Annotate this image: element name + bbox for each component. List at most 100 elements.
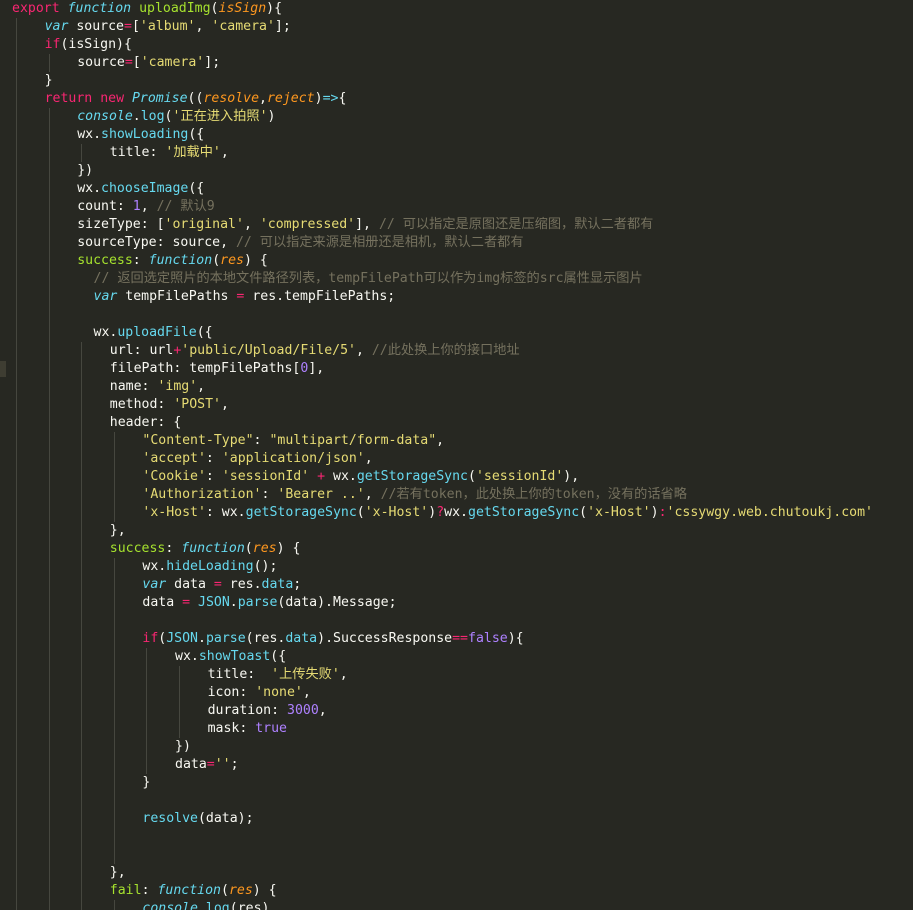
code-line[interactable]: count: 1, // 默认9: [12, 198, 873, 216]
code-line[interactable]: success: function(res) {: [12, 252, 873, 270]
code-line[interactable]: wx.showLoading({: [12, 126, 873, 144]
code-line[interactable]: mask: true: [12, 720, 873, 738]
code-line[interactable]: name: 'img',: [12, 378, 873, 396]
code-token: //若有token，此处换上你的token，没有的话省略: [380, 487, 687, 502]
code-line[interactable]: export function uploadImg(isSign){: [12, 0, 873, 18]
code-token: '': [214, 757, 231, 772]
code-line[interactable]: success: function(res) {: [12, 540, 873, 558]
indent-guide: [81, 810, 83, 828]
indent-guide: [81, 504, 83, 522]
code-line[interactable]: sizeType: ['original', 'compressed'], //…: [12, 216, 873, 234]
code-token: :: [205, 451, 222, 466]
indent-guide: [81, 576, 83, 594]
code-line[interactable]: "Content-Type": "multipart/form-data",: [12, 432, 873, 450]
code-line-content: 'accept': 'application/json',: [142, 451, 372, 466]
code-line[interactable]: [12, 612, 873, 630]
code-line[interactable]: sourceType: source, // 可以指定来源是相册还是相机，默认二…: [12, 234, 873, 252]
indent-guide: [16, 270, 17, 288]
code-line[interactable]: source=['camera'];: [12, 54, 873, 72]
code-token: wx.: [444, 505, 468, 520]
code-line[interactable]: 'x-Host': wx.getStorageSync('x-Host')?wx…: [12, 504, 873, 522]
indent-guide: [81, 378, 83, 396]
indent-guide: [48, 288, 50, 306]
code-editor[interactable]: export function uploadImg(isSign){var so…: [0, 0, 913, 910]
code-token: =>: [322, 91, 339, 106]
indent-guide: [81, 720, 83, 738]
code-line[interactable]: icon: 'none',: [12, 684, 873, 702]
code-line[interactable]: wx.chooseImage({: [12, 180, 873, 198]
code-token: if: [142, 631, 159, 646]
code-line[interactable]: filePath: tempFilePaths[0],: [12, 360, 873, 378]
code-token: method:: [109, 397, 174, 412]
code-line[interactable]: }: [12, 72, 873, 90]
indent-guide: [16, 504, 17, 522]
code-line-content: wx.showToast({: [175, 649, 286, 664]
indent-guide: [113, 702, 115, 720]
indent-guide: [48, 252, 50, 270]
code-line[interactable]: }: [12, 774, 873, 792]
code-line[interactable]: data = JSON.parse(data).Message;: [12, 594, 873, 612]
code-area[interactable]: export function uploadImg(isSign){var so…: [12, 0, 873, 910]
code-line[interactable]: title: '加载中',: [12, 144, 873, 162]
indent-guide: [16, 342, 17, 360]
code-line[interactable]: resolve(data);: [12, 810, 873, 828]
code-line-content: data = JSON.parse(data).Message;: [142, 595, 396, 610]
code-line[interactable]: wx.uploadFile({: [12, 324, 873, 342]
code-token: isSign: [218, 1, 267, 16]
code-token: ).SuccessResponse: [317, 631, 453, 646]
code-line[interactable]: header: {: [12, 414, 873, 432]
code-line[interactable]: var tempFilePaths = res.tempFilePaths;: [12, 288, 873, 306]
code-line[interactable]: console.log('正在进入拍照'): [12, 108, 873, 126]
code-token: 'Bearer ..': [277, 487, 365, 502]
code-line[interactable]: url: url+'public/Upload/File/5', //此处换上你…: [12, 342, 873, 360]
code-line[interactable]: if(JSON.parse(res.data).SuccessResponse=…: [12, 630, 873, 648]
indent-guide: [48, 756, 50, 774]
code-line[interactable]: // 返回选定照片的本地文件路径列表，tempFilePath可以作为img标签…: [12, 270, 873, 288]
code-line[interactable]: [12, 306, 873, 324]
code-line[interactable]: return new Promise((resolve,reject)=>{: [12, 90, 873, 108]
code-line[interactable]: console.log(res): [12, 900, 873, 910]
code-line-content: resolve(data);: [142, 811, 253, 826]
code-token: .: [132, 109, 141, 124]
code-line[interactable]: 'accept': 'application/json',: [12, 450, 873, 468]
indent-guide: [16, 378, 17, 396]
code-line[interactable]: wx.hideLoading();: [12, 558, 873, 576]
code-token: ,: [220, 397, 229, 412]
code-line[interactable]: fail: function(res) {: [12, 882, 873, 900]
code-line[interactable]: if(isSign){: [12, 36, 873, 54]
code-line[interactable]: [12, 828, 873, 846]
code-line[interactable]: [12, 792, 873, 810]
code-token: +: [317, 469, 326, 484]
code-line-content: filePath: tempFilePaths[0],: [110, 361, 324, 376]
code-token: false: [468, 631, 508, 646]
code-token: // 返回选定照片的本地文件路径列表，tempFilePath可以作为img标签…: [93, 271, 643, 286]
code-line[interactable]: var source=['album', 'camera'];: [12, 18, 873, 36]
code-line[interactable]: method: 'POST',: [12, 396, 873, 414]
code-line-content: 'x-Host': wx.getStorageSync('x-Host')?wx…: [142, 505, 873, 520]
code-line[interactable]: title: '上传失败',: [12, 666, 873, 684]
code-line[interactable]: },: [12, 522, 873, 540]
code-token: (: [356, 505, 365, 520]
code-line[interactable]: data='';: [12, 756, 873, 774]
code-token: // 可以指定来源是相册还是相机，默认二者都有: [235, 235, 524, 250]
code-line[interactable]: wx.showToast({: [12, 648, 873, 666]
indent-guide: [48, 504, 50, 522]
indent-guide: [48, 162, 50, 180]
code-line[interactable]: }): [12, 738, 873, 756]
code-token: ,: [318, 703, 327, 718]
code-line[interactable]: }): [12, 162, 873, 180]
code-line[interactable]: var data = res.data;: [12, 576, 873, 594]
code-token: '加载中': [165, 145, 221, 160]
code-line[interactable]: duration: 3000,: [12, 702, 873, 720]
indent-guide: [16, 702, 17, 720]
code-line-content: mask: true: [208, 721, 287, 736]
indent-guide: [16, 864, 17, 882]
indent-guide: [48, 594, 50, 612]
indent-guide: [16, 468, 17, 486]
indent-guide: [146, 720, 148, 738]
code-line[interactable]: [12, 846, 873, 864]
code-line[interactable]: },: [12, 864, 873, 882]
code-line[interactable]: 'Cookie': 'sessionId' + wx.getStorageSyn…: [12, 468, 873, 486]
code-line[interactable]: 'Authorization': 'Bearer ..', //若有token，…: [12, 486, 873, 504]
indent-guide: [113, 720, 115, 738]
